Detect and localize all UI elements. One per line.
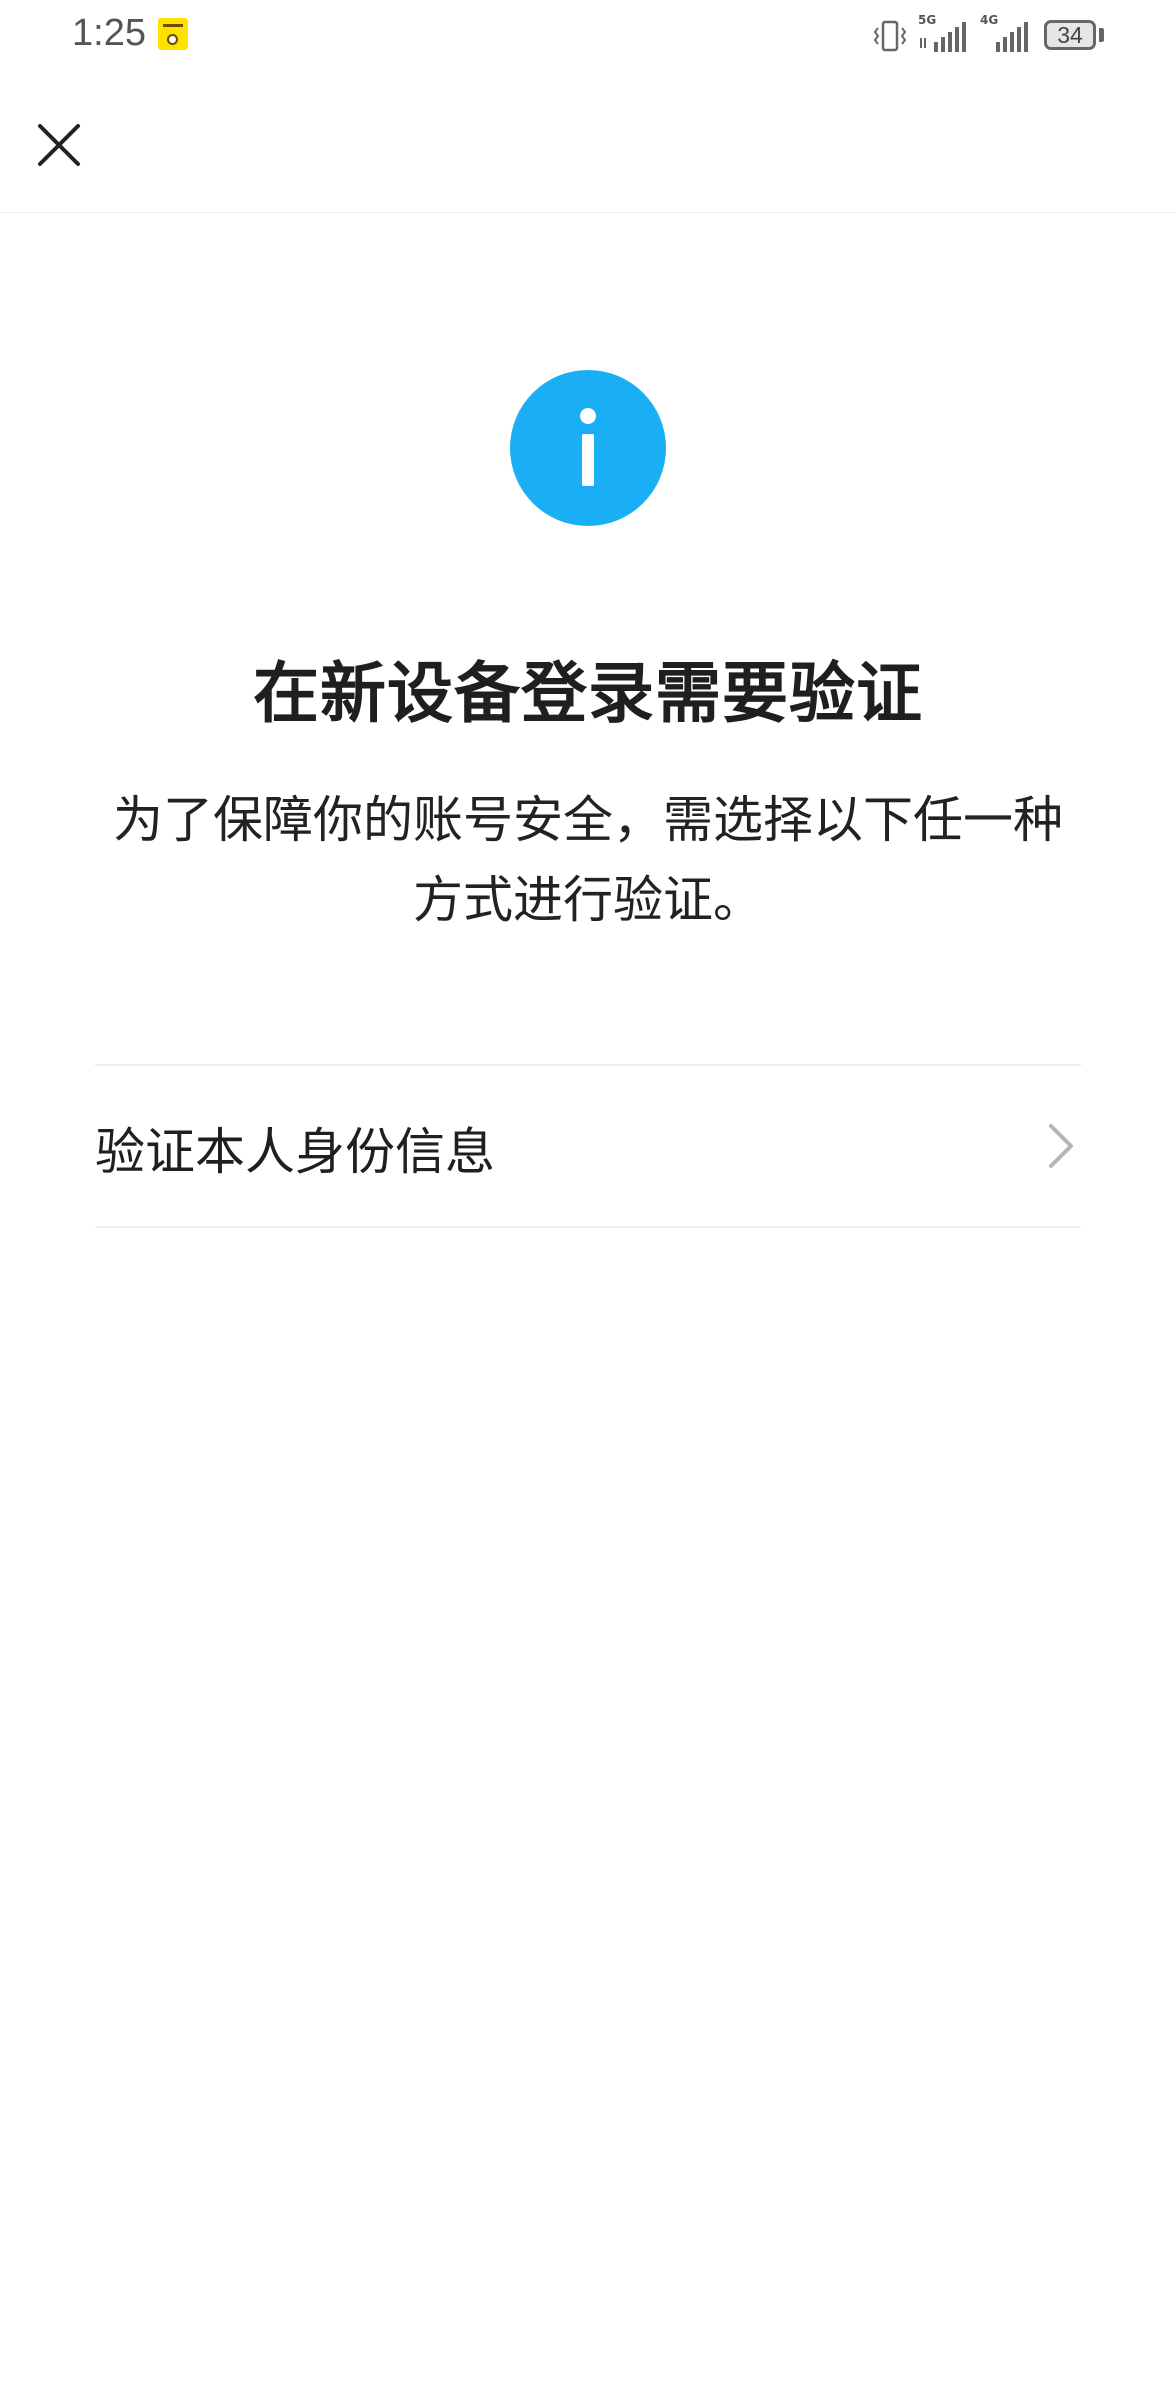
status-time: 1:25 [72, 12, 146, 54]
signal-icon: 4G [980, 14, 1032, 56]
verify-identity-option[interactable]: 验证本人身份信息 [95, 1064, 1081, 1228]
battery-cap [1099, 28, 1104, 42]
signal-icon: 5G [918, 14, 972, 56]
vibrate-icon [873, 20, 907, 52]
page-title: 在新设备登录需要验证 [253, 655, 923, 732]
info-icon [510, 370, 666, 526]
page-description: 为了保障你的账号安全，需选择以下任一种方式进行验证。 [113, 791, 1063, 929]
top-nav [0, 72, 1176, 213]
option-label: 验证本人身份信息 [95, 1123, 495, 1181]
battery-level: 34 [1057, 22, 1083, 48]
chevron-right-icon [1049, 1124, 1073, 1168]
status-bar: 1:25 5G 4G 34 [0, 0, 1176, 72]
close-icon[interactable] [24, 110, 94, 180]
app-notification-icon [158, 18, 188, 50]
